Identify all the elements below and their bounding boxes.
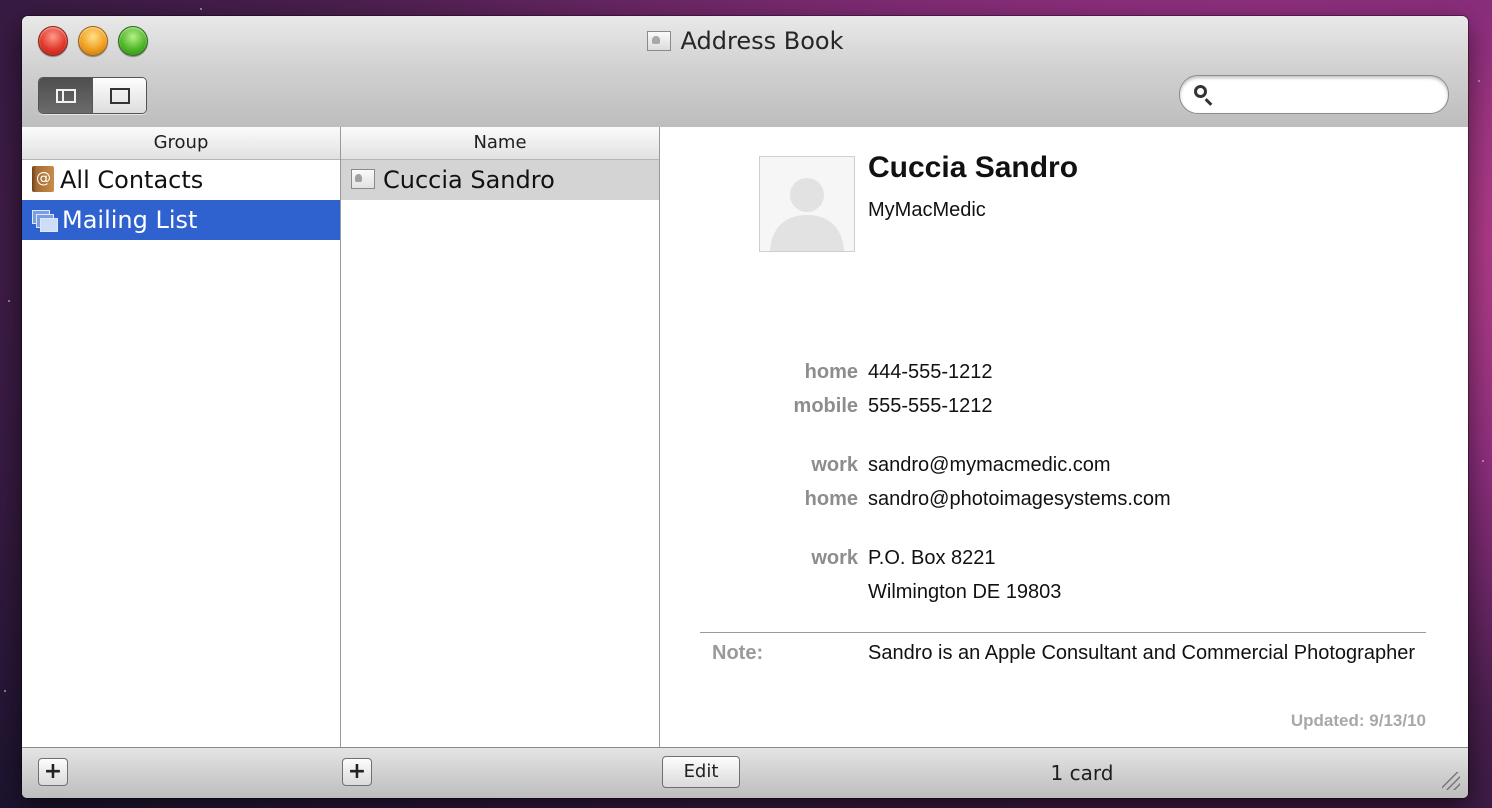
name-column: Name Cuccia Sandro [341,127,660,748]
edit-button[interactable]: Edit [662,756,740,788]
search-icon [1194,85,1207,98]
phone-value[interactable]: 444-555-1212 [868,355,993,389]
group-item-all-contacts[interactable]: All Contacts [22,158,340,200]
add-contact-button[interactable]: + [342,758,372,786]
group-item-label: All Contacts [60,166,204,194]
name-item-label: Cuccia Sandro [383,166,555,194]
name-item-cuccia-sandro[interactable]: Cuccia Sandro [341,160,659,200]
address-label[interactable]: work [660,541,858,575]
group-item-mailing-list[interactable]: Mailing List [22,200,340,240]
vcard-icon [351,169,375,189]
address-field-work: work P.O. Box 8221 Wilmington DE 19803 [660,541,1468,609]
address-book-window: Address Book Group All Contacts Mailing … [22,16,1468,798]
view-mode-segmented-control [38,77,147,114]
phone-label[interactable]: home [660,355,858,389]
bottom-bar: + + Edit 1 card [22,747,1468,798]
card-view-button[interactable] [92,78,146,113]
phone-label[interactable]: mobile [660,389,858,423]
contact-card: Cuccia Sandro MyMacMedic home 444-555-12… [660,127,1468,748]
updated-date: Updated: 9/13/10 [1290,711,1426,730]
email-value[interactable]: sandro@mymacmedic.com [868,448,1111,482]
contact-name: Cuccia Sandro [868,151,1079,184]
group-column: Group All Contacts Mailing List [22,127,341,748]
address-line-2[interactable]: Wilmington DE 19803 [868,575,1061,609]
email-label[interactable]: work [660,448,858,482]
columns-view-button[interactable] [39,78,92,113]
card-view-icon [109,87,130,104]
group-stack-icon [32,210,58,232]
phone-field-home: home 444-555-1212 [660,355,1468,389]
note-divider [700,632,1426,633]
search-field [1179,75,1449,114]
phone-field-mobile: mobile 555-555-1212 [660,389,1468,423]
group-item-label: Mailing List [62,206,198,234]
resize-grip-icon[interactable] [1442,772,1460,790]
email-field-home: home sandro@photoimagesystems.com [660,482,1468,516]
window-title-text: Address Book [680,27,844,55]
person-silhouette-icon [770,178,844,251]
window-title: Address Book [22,26,1468,56]
email-label[interactable]: home [660,482,858,516]
email-value[interactable]: sandro@photoimagesystems.com [868,482,1171,516]
phone-value[interactable]: 555-555-1212 [868,389,993,423]
card-count: 1 card [1050,761,1114,785]
address-book-icon [32,158,54,198]
note-text[interactable]: Sandro is an Apple Consultant and Commer… [868,636,1428,670]
address-line-1[interactable]: P.O. Box 8221 [868,541,996,575]
toolbar: Address Book [22,16,1468,128]
contact-company: MyMacMedic [868,199,986,221]
name-column-header[interactable]: Name [341,127,659,160]
contact-photo-placeholder[interactable] [759,156,855,252]
vcard-icon [646,31,671,51]
note-label: Note: [712,642,764,664]
group-column-header[interactable]: Group [22,127,340,160]
email-field-work: work sandro@mymacmedic.com [660,448,1468,482]
columns-view-icon [55,88,76,103]
add-group-button[interactable]: + [38,758,68,786]
search-input[interactable] [1218,80,1438,110]
